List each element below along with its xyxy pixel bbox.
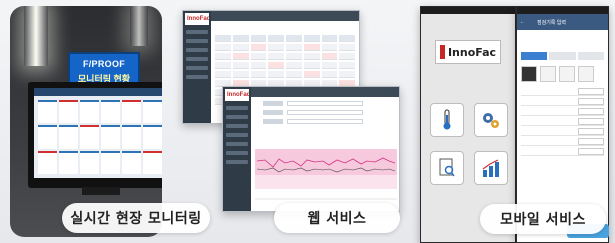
document-search-icon	[430, 151, 464, 185]
menu-tile-search[interactable]	[429, 151, 465, 193]
form-row	[521, 98, 604, 106]
mobile-header: ← 점검기록 입력	[517, 14, 608, 30]
form-row	[521, 108, 604, 116]
photo-thumbnail[interactable]	[540, 66, 556, 82]
photo-thumbnail[interactable]	[578, 66, 594, 82]
app-logo: InnoFac	[435, 40, 501, 64]
caption-web-service: 웹 서비스	[274, 203, 400, 233]
form-field[interactable]	[578, 138, 604, 145]
thermometer-icon	[430, 103, 464, 137]
web-sidebar: InnoFac	[223, 87, 251, 211]
monitor-tv	[28, 82, 162, 188]
form-row	[521, 128, 604, 136]
form-row	[521, 148, 604, 156]
mobile-tabs	[521, 52, 604, 60]
web-filter-form	[263, 101, 363, 128]
mobile-tab[interactable]	[521, 52, 548, 60]
back-arrow-icon[interactable]: ←	[520, 19, 525, 25]
logo-mark-icon	[439, 45, 445, 59]
menu-tile-statistics[interactable]	[473, 151, 509, 193]
web-topbar	[251, 87, 399, 97]
mobile-tab[interactable]	[577, 52, 604, 60]
tv-stand	[82, 187, 120, 195]
menu-tile-temperature[interactable]	[429, 103, 465, 145]
gears-icon	[474, 103, 508, 137]
caption-realtime-monitoring: 실시간 현장 모니터링	[62, 203, 210, 233]
mobile-tab[interactable]	[549, 52, 576, 60]
bar-chart-icon	[474, 151, 508, 185]
ceiling-light	[130, 6, 148, 46]
web-logo: InnoFac	[185, 13, 209, 25]
caption-mobile-service: 모바일 서비스	[480, 204, 606, 234]
web-logo: InnoFac	[225, 89, 249, 101]
photo-thumbnail[interactable]	[521, 66, 537, 82]
menu-tile-settings[interactable]	[473, 103, 509, 145]
form-field[interactable]	[578, 118, 604, 125]
ceiling-light	[24, 6, 48, 66]
form-field[interactable]	[578, 128, 604, 135]
app-menu-grid	[429, 103, 509, 193]
form-field[interactable]	[578, 108, 604, 115]
web-trend-chart	[255, 149, 397, 200]
photo-thumbnails	[521, 66, 604, 82]
form-field[interactable]	[578, 148, 604, 155]
form-row	[521, 88, 604, 96]
monitor-screen	[34, 88, 162, 178]
form-field[interactable]	[578, 98, 604, 105]
signboard-line1: F/PROOF	[82, 59, 126, 69]
status-bar	[517, 7, 608, 14]
form-field[interactable]	[578, 88, 604, 95]
status-bar	[421, 7, 515, 14]
photo-thumbnail[interactable]	[559, 66, 575, 82]
web-sidebar: InnoFac	[183, 11, 211, 123]
app-logo-text: InnoFac	[447, 45, 497, 59]
mobile-screen-title: 점검기록 입력	[537, 19, 566, 26]
form-row	[521, 118, 604, 126]
web-topbar	[211, 11, 359, 21]
form-row	[521, 138, 604, 146]
web-chart-screenshot: InnoFac	[222, 86, 400, 212]
